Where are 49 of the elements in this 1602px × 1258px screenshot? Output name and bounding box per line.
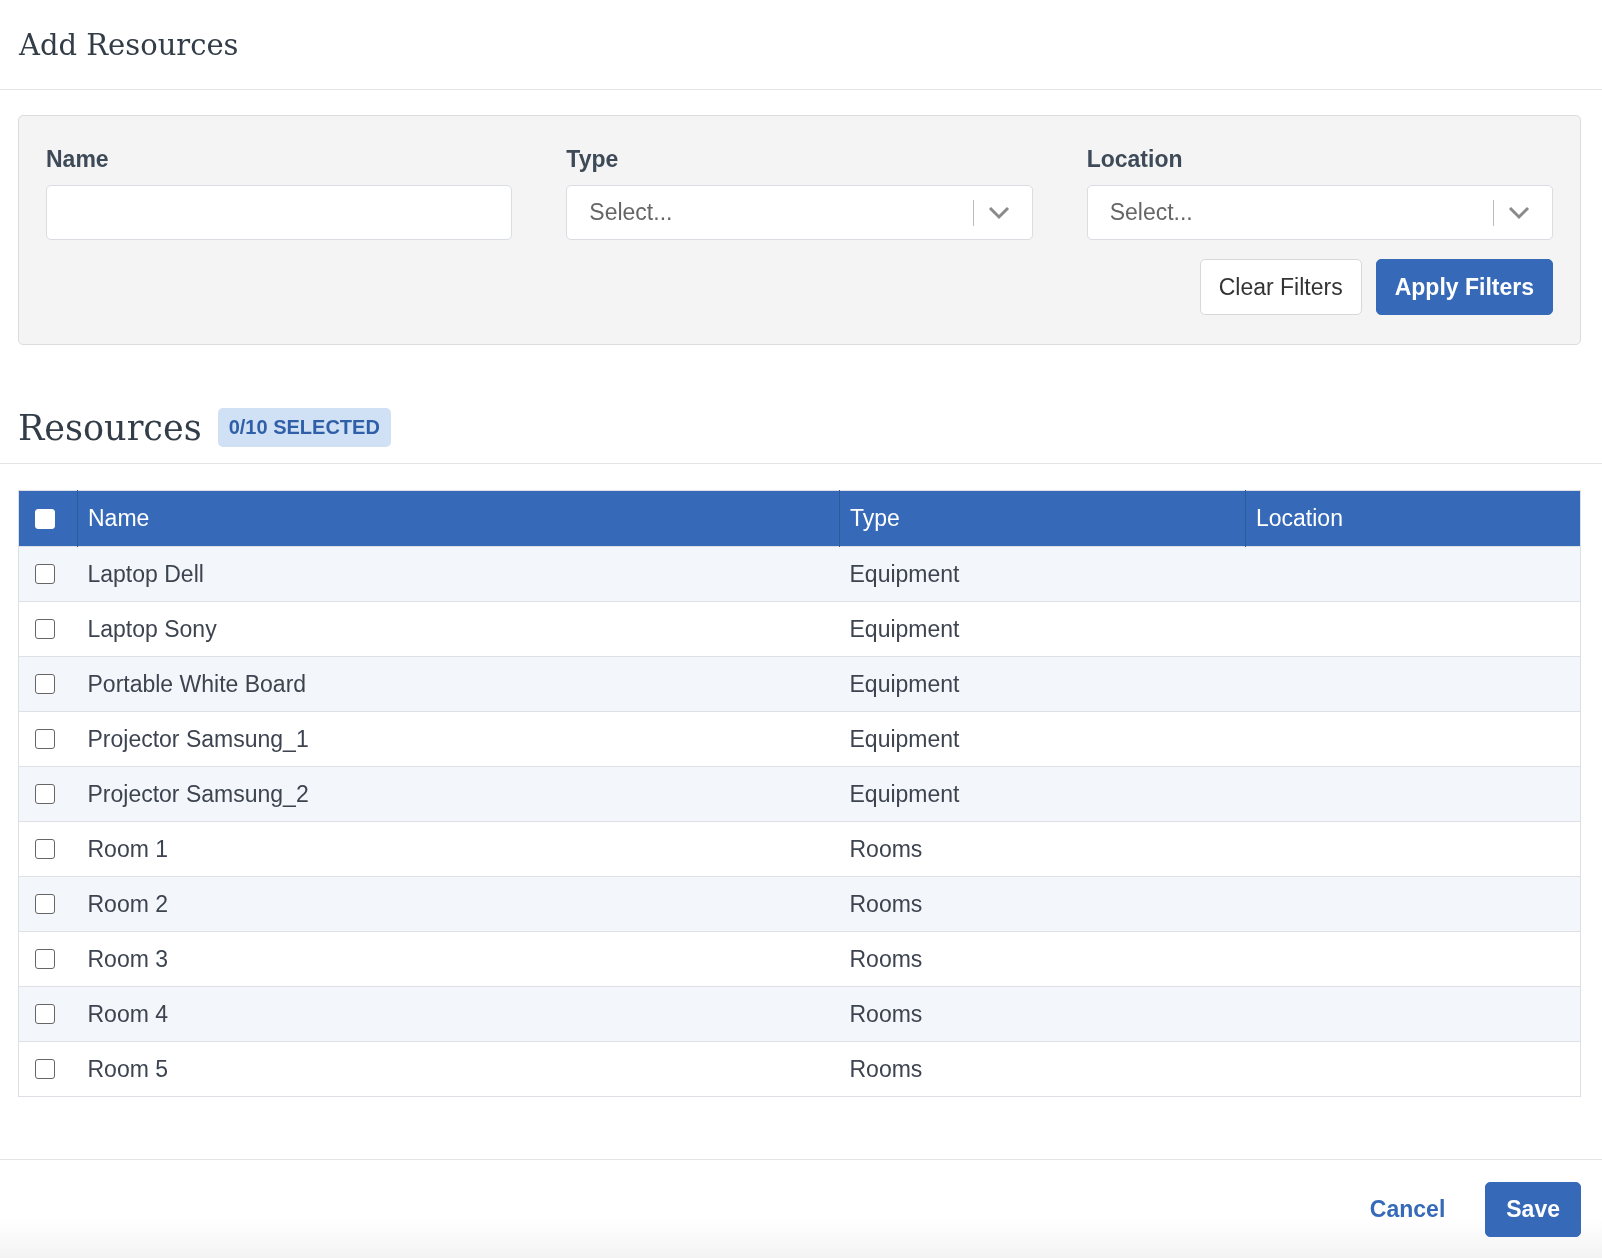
select-dropdown[interactable]: Select...	[566, 185, 1033, 240]
table-cell: Rooms	[849, 835, 923, 862]
table-cell: Equipment	[849, 780, 960, 807]
save-button[interactable]: Save	[1485, 1181, 1581, 1237]
cancel-link[interactable]: Cancel	[1351, 1181, 1464, 1237]
table-cell: Projector Samsung_2	[87, 780, 309, 807]
table-cell: Room 5	[87, 1055, 169, 1082]
row-checkbox[interactable]	[35, 729, 55, 749]
chevron-down-icon	[1508, 205, 1530, 220]
row-checkbox[interactable]	[35, 949, 55, 969]
selected-count-badge: 0/10 SELECTED	[217, 408, 391, 447]
table-cell: Rooms	[849, 1055, 923, 1082]
field-label: Location	[1086, 146, 1184, 173]
column-header: Type	[839, 490, 1246, 547]
table-cell: Room 1	[87, 835, 169, 862]
table-cell: Room 3	[87, 945, 169, 972]
section-title: Resources	[18, 407, 202, 448]
row-checkbox[interactable]	[35, 784, 55, 804]
chevron-down-icon	[987, 205, 1010, 220]
table-cell: Laptop Dell	[87, 560, 204, 587]
field-label: Name	[46, 146, 110, 173]
row-checkbox[interactable]	[35, 619, 55, 639]
apply-button[interactable]: Apply Filters	[1375, 259, 1553, 315]
row-checkbox[interactable]	[35, 1004, 55, 1024]
table-cell: Equipment	[849, 670, 960, 697]
table-cell: Equipment	[849, 615, 960, 642]
select-dropdown[interactable]: Select...	[1086, 185, 1553, 240]
table-cell: Rooms	[849, 945, 923, 972]
table-cell: Equipment	[849, 725, 960, 752]
dialog-title: Add Resources	[19, 27, 239, 62]
row-checkbox[interactable]	[35, 894, 55, 914]
column-header: Location	[1245, 490, 1581, 547]
column-header: Name	[77, 490, 840, 547]
table-cell: Projector Samsung_1	[87, 725, 309, 752]
name-input-field[interactable]	[46, 185, 513, 240]
row-checkbox[interactable]	[35, 564, 55, 584]
table-cell: Room 4	[87, 1000, 169, 1027]
row-checkbox[interactable]	[35, 1059, 55, 1079]
row-checkbox[interactable]	[35, 674, 55, 694]
table-cell: Equipment	[849, 560, 960, 587]
clear-button[interactable]: Clear Filters	[1199, 259, 1362, 315]
table-cell: Portable White Board	[87, 670, 307, 697]
select-all-checkbox[interactable]	[35, 508, 55, 529]
field-label: Type	[566, 146, 620, 173]
table-cell: Room 2	[87, 890, 169, 917]
table-cell: Rooms	[849, 890, 923, 917]
table-cell: Rooms	[849, 1000, 923, 1027]
table-cell: Laptop Sony	[87, 615, 217, 642]
row-checkbox[interactable]	[35, 839, 55, 859]
